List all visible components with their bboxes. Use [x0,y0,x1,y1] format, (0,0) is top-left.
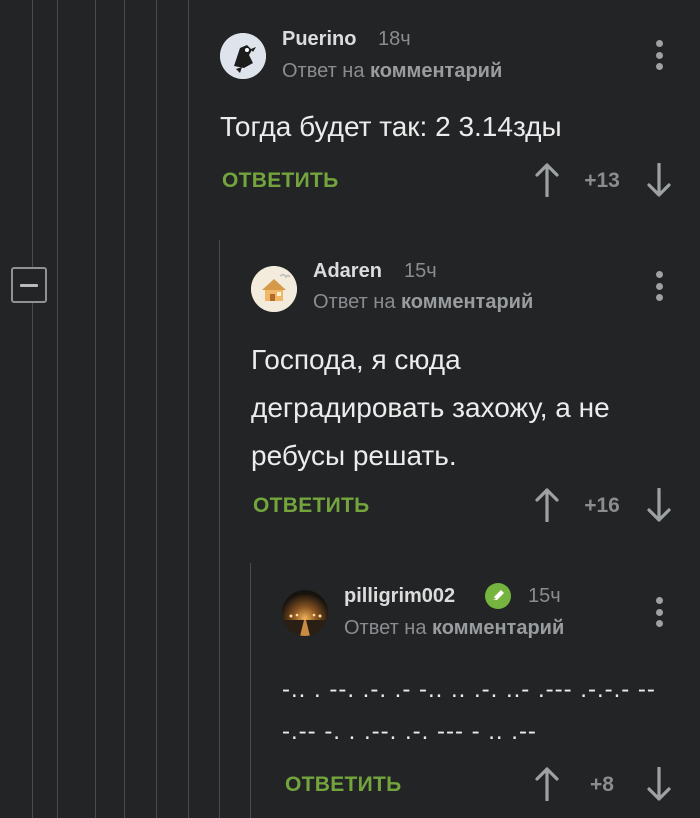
author-name[interactable]: pilligrim002 [344,585,455,608]
comment-time: 15ч [528,585,561,607]
upvote-button[interactable] [534,767,560,802]
avatar[interactable] [282,590,328,636]
arrow-up-icon [535,767,559,802]
more-options-button[interactable] [649,595,669,629]
comment-text: -.. . --. .-. .- -.. .. .-. ..- .--- .-.… [282,669,656,753]
reply-to: Ответ на комментарий [344,617,564,640]
comment-text-line: -.. . --. .-. .- -.. .. .-. ..- .--- .-.… [282,676,656,703]
reply-to-prefix: Ответ на [344,617,427,639]
comment-score: +8 [590,773,614,796]
reply-to-link[interactable]: комментарий [432,617,564,639]
comment-text-line: -.-- -. . .--. .-. --- - .. .-- [282,718,537,745]
arrow-down-icon [647,766,671,801]
reply-button[interactable]: ОТВЕТИТЬ [285,773,402,797]
comments-page: Puerino 18ч Ответ на комментарий Тогда б… [0,0,700,818]
menu-dot-icon [655,597,663,604]
verified-pencil-icon [485,583,511,609]
menu-dot-icon [655,608,663,616]
pencil-glyph-icon [493,590,504,600]
night-road-avatar-icon [282,590,328,636]
downvote-button[interactable] [646,766,672,801]
comment: pilligrim002 15ч Ответ на комментарий -.… [0,0,700,818]
menu-dot-icon [655,620,663,627]
